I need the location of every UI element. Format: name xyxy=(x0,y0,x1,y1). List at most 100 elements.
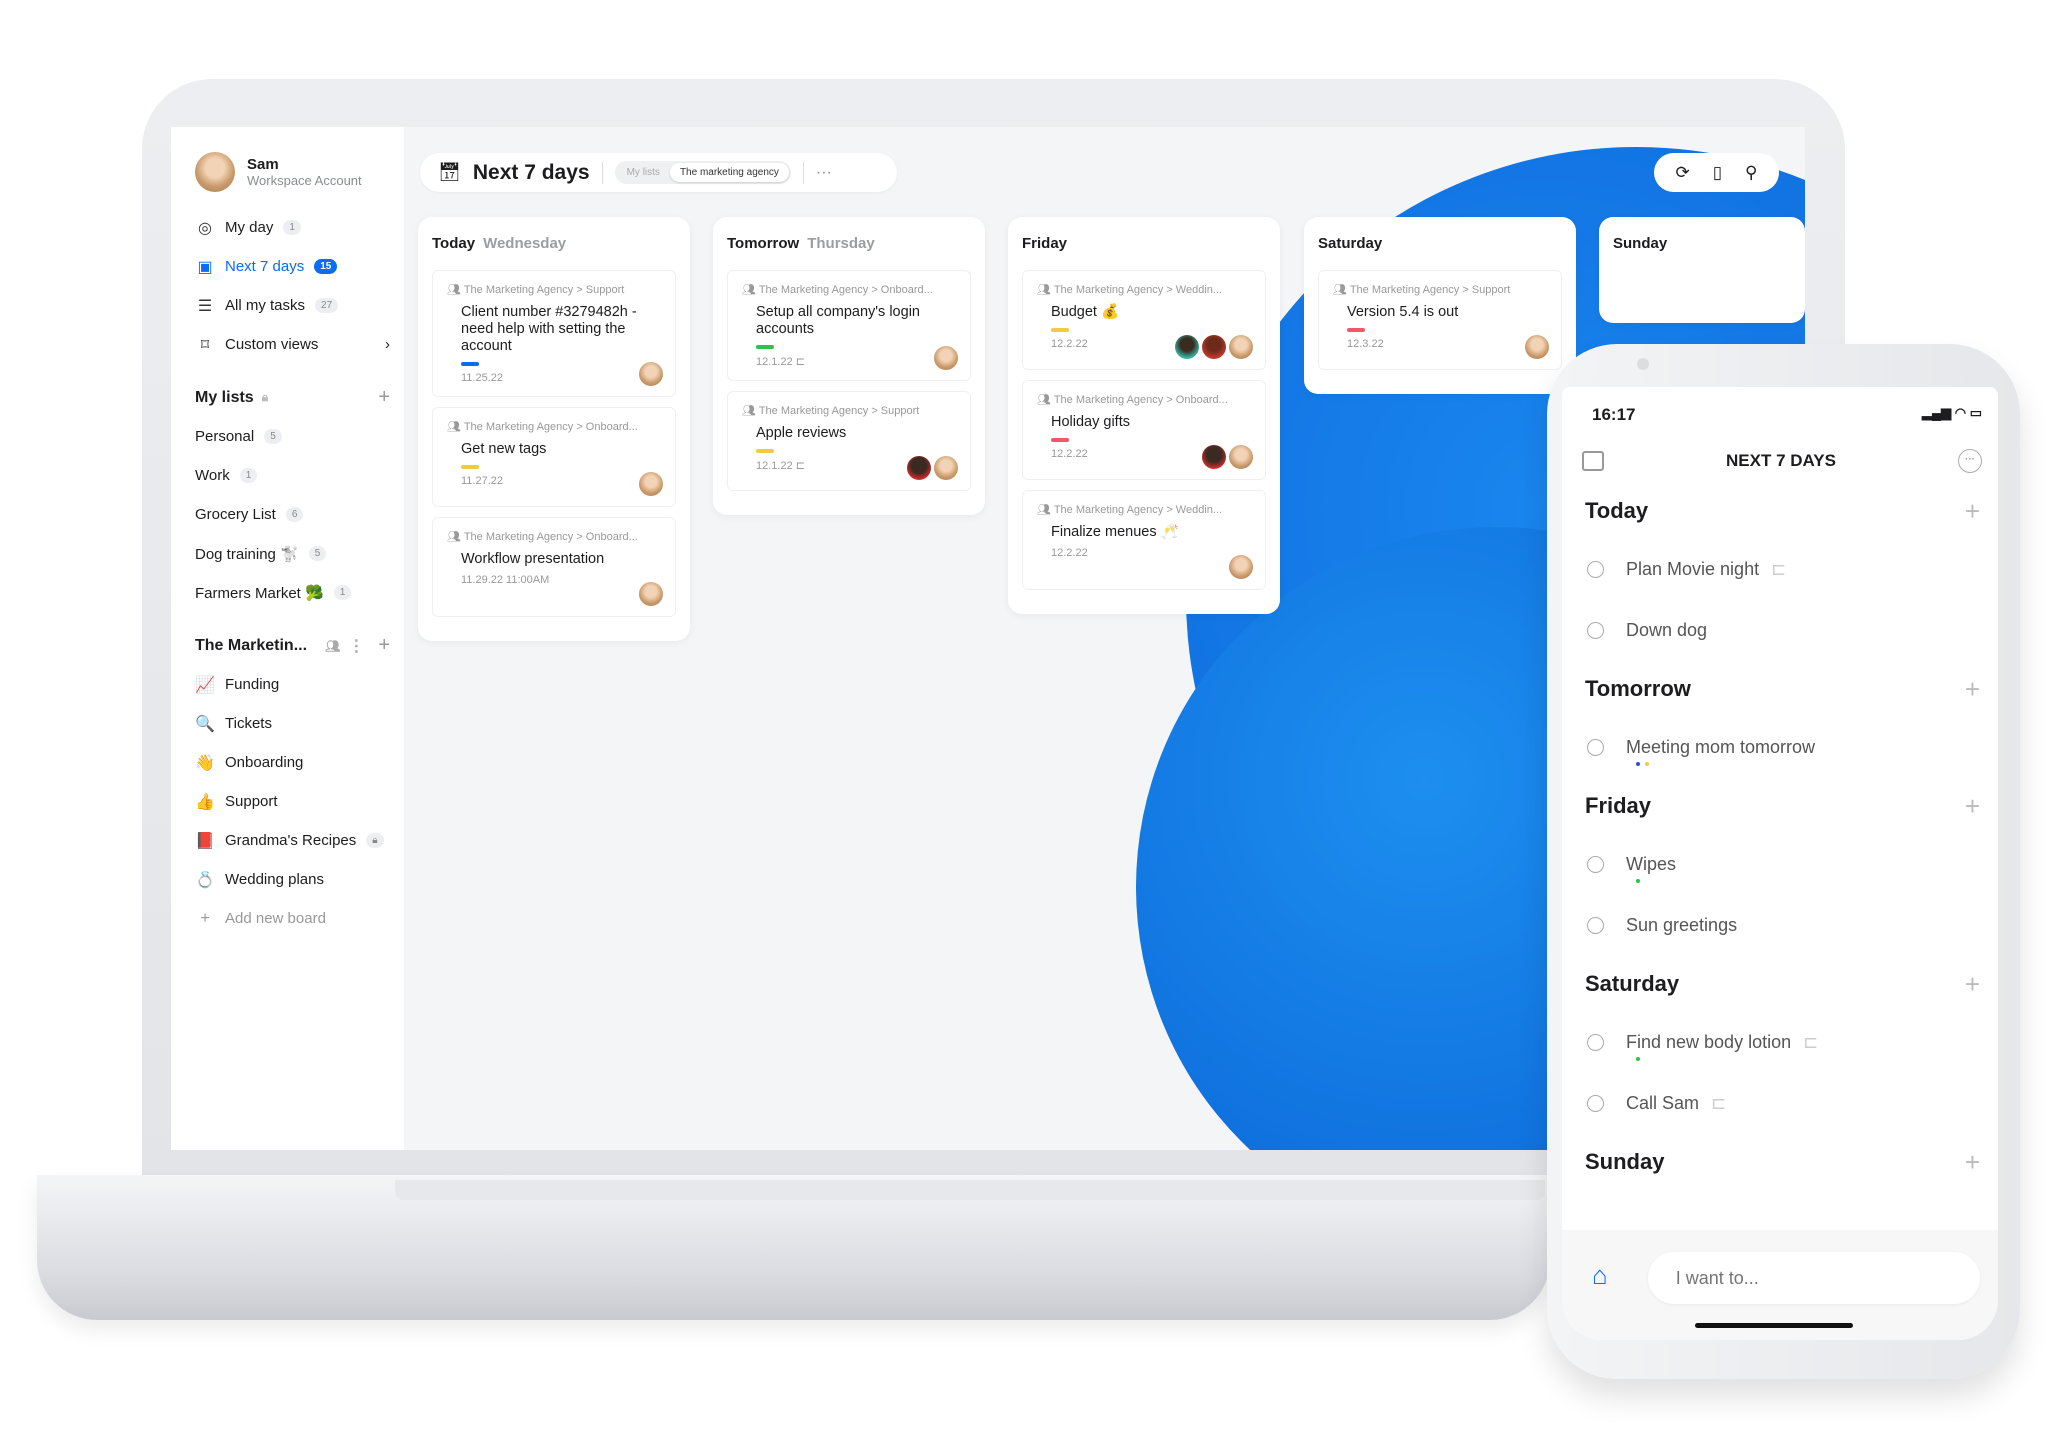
task-checkbox[interactable] xyxy=(1587,739,1604,756)
mobile-task-item[interactable]: Sun greetings xyxy=(1562,895,1998,956)
mobile-task-item[interactable]: Down dog xyxy=(1562,600,1998,661)
user-profile[interactable]: Sam Workspace Account xyxy=(195,152,404,192)
account-type: Workspace Account xyxy=(247,173,362,188)
task-card[interactable]: 👥︎ The Marketing Agency > Onboard... Work… xyxy=(432,517,676,617)
nav-label: All my tasks xyxy=(225,297,306,314)
members-icon[interactable]: 👥︎ xyxy=(325,639,340,653)
sidebar-board-item[interactable]: 📕 Grandma's Recipes 🔒︎ xyxy=(195,821,404,860)
mobile-task-item[interactable]: Find new body lotion ⊏ xyxy=(1562,1012,1998,1073)
subtask-icon: ⊏ xyxy=(1803,1032,1819,1052)
sidebar-toggle-icon[interactable] xyxy=(1582,451,1604,471)
workspace-boards: 📈 Funding 🔍 Tickets 👋 Onboarding 👍 Support 📕 Gran… xyxy=(195,665,404,899)
quick-add-input[interactable] xyxy=(1647,1252,1980,1304)
sidebar-list-item[interactable]: Grocery List 6 xyxy=(195,495,404,534)
task-card[interactable]: 👥︎ The Marketing Agency > Onboard... Setu… xyxy=(727,270,971,381)
task-title: Finalize menues 🥂 xyxy=(1051,524,1179,540)
add-task-button[interactable]: + xyxy=(1965,674,1980,705)
sidebar-item-custom-views[interactable]: ⌑ Custom views › xyxy=(195,325,404,364)
sidebar-item-my-day[interactable]: ◎ My day 1 xyxy=(195,208,404,247)
sidebar-item-all-my-tasks[interactable]: ☰ All my tasks 27 xyxy=(195,286,404,325)
more-options-button[interactable]: ··· xyxy=(816,164,832,182)
task-breadcrumb: 👥︎ The Marketing Agency > Onboard... xyxy=(447,531,638,543)
sidebar-board-item[interactable]: 👋 Onboarding xyxy=(195,743,404,782)
avatar xyxy=(639,472,663,496)
chevron-right-icon: › xyxy=(385,336,390,353)
sidebar-list-item[interactable]: Personal 5 xyxy=(195,417,404,456)
calendar-icon: ▣ xyxy=(197,258,213,276)
search-icon[interactable]: ⚲ xyxy=(1745,163,1757,183)
sidebar-board-item[interactable]: 🔍 Tickets xyxy=(195,704,404,743)
task-checkbox[interactable] xyxy=(1587,1034,1604,1051)
task-card[interactable]: 👥︎ The Marketing Agency > Support Version… xyxy=(1318,270,1562,370)
task-card[interactable]: 👥︎ The Marketing Agency > Weddin... Budge… xyxy=(1022,270,1266,370)
layout-icon[interactable]: ▯ xyxy=(1713,163,1722,183)
sidebar-list-item[interactable]: Farmers Market 🥦 1 xyxy=(195,573,404,612)
page-title: Next 7 days xyxy=(472,160,590,184)
toolbar: ⟳ ▯ ⚲ xyxy=(1654,153,1779,192)
day-label: Sunday xyxy=(1613,235,1668,252)
more-icon[interactable]: ⋮ xyxy=(348,636,364,656)
sidebar-item-next-7-days[interactable]: ▣ Next 7 days 15 xyxy=(195,247,404,286)
mobile-task-item[interactable]: Meeting mom tomorrow xyxy=(1562,717,1998,778)
assignees xyxy=(639,362,663,386)
more-icon[interactable]: ··· xyxy=(1957,449,1982,473)
sidebar-board-item[interactable]: 👍 Support xyxy=(195,782,404,821)
task-checkbox[interactable] xyxy=(1587,856,1604,873)
priority-indicator xyxy=(1051,438,1069,442)
tab-marketing-agency[interactable]: The marketing agency xyxy=(669,163,789,182)
task-card[interactable]: 👥︎ The Marketing Agency > Onboard... Get … xyxy=(432,407,676,507)
day-label: Saturday xyxy=(1318,235,1383,252)
add-task-button[interactable]: + xyxy=(1965,496,1980,527)
due-date: 12.1.22 ⊏ xyxy=(756,356,805,368)
column-header: Friday xyxy=(1022,235,1266,252)
task-checkbox[interactable] xyxy=(1587,917,1604,934)
mobile-task-item[interactable]: Call Sam ⊏ xyxy=(1562,1073,1998,1134)
mobile-day-header: Today + xyxy=(1562,483,1998,539)
board-emoji-icon: 👍 xyxy=(195,793,215,811)
add-new-board-button[interactable]: + Add new board xyxy=(195,899,404,938)
add-task-button[interactable]: + xyxy=(1965,1147,1980,1178)
tab-my-lists[interactable]: My lists xyxy=(617,163,670,182)
mobile-task-item[interactable]: Wipes xyxy=(1562,834,1998,895)
subtask-icon: ⊏ xyxy=(1711,1093,1727,1113)
sidebar-board-item[interactable]: 💍 Wedding plans xyxy=(195,860,404,899)
task-label: Down dog xyxy=(1626,620,1708,640)
lock-icon: 🔒︎ xyxy=(261,390,269,404)
mobile-header: NEXT 7 DAYS ··· xyxy=(1562,425,1998,473)
column-header: Today Wednesday xyxy=(432,235,676,252)
main-nav: ◎ My day 1 ▣ Next 7 days 15 ☰ All my tasks 27 ⌑ Cu… xyxy=(195,208,404,364)
task-checkbox[interactable] xyxy=(1587,561,1604,578)
home-icon[interactable]: ⌂ xyxy=(1592,1260,1608,1291)
sidebar-list-item[interactable]: Work 1 xyxy=(195,456,404,495)
add-board-button[interactable]: + xyxy=(378,634,390,657)
nav-label: Next 7 days xyxy=(225,258,305,275)
column-header: Tomorrow Thursday xyxy=(727,235,971,252)
avatar xyxy=(1202,335,1226,359)
task-breadcrumb: 👥︎ The Marketing Agency > Weddin... xyxy=(1037,504,1223,516)
sidebar-list-item[interactable]: Dog training 🐩 5 xyxy=(195,534,404,573)
count-badge: 6 xyxy=(285,507,304,522)
day-column: Friday 👥︎ The Marketing Agency > Weddin..… xyxy=(1008,217,1280,614)
list-filter-toggle: My lists The marketing agency xyxy=(614,161,791,184)
add-task-button[interactable]: + xyxy=(1965,969,1980,1000)
task-title: Version 5.4 is out xyxy=(1347,304,1459,320)
count-badge: 27 xyxy=(315,298,339,313)
add-list-button[interactable]: + xyxy=(378,386,390,409)
add-task-button[interactable]: + xyxy=(1965,791,1980,822)
mobile-title: NEXT 7 DAYS xyxy=(1726,451,1836,470)
mobile-task-list: Today + Plan Movie night ⊏ Down dog Tomorrow +… xyxy=(1562,473,1998,1190)
task-checkbox[interactable] xyxy=(1587,1095,1604,1112)
sidebar-board-item[interactable]: 📈 Funding xyxy=(195,665,404,704)
avatar xyxy=(1525,335,1549,359)
subtask-icon: ⊏ xyxy=(792,460,805,472)
task-checkbox[interactable] xyxy=(1587,622,1604,639)
mobile-day-header: Sunday + xyxy=(1562,1134,1998,1190)
laptop-notch xyxy=(395,1180,1545,1200)
sync-icon[interactable]: ⟳ xyxy=(1675,163,1689,183)
task-card[interactable]: 👥︎ The Marketing Agency > Weddin... Final… xyxy=(1022,490,1266,590)
task-breadcrumb: 👥︎ The Marketing Agency > Weddin... xyxy=(1037,284,1223,296)
task-card[interactable]: 👥︎ The Marketing Agency > Support Apple r… xyxy=(727,391,971,491)
task-card[interactable]: 👥︎ The Marketing Agency > Onboard... Holi… xyxy=(1022,380,1266,480)
mobile-task-item[interactable]: Plan Movie night ⊏ xyxy=(1562,539,1998,600)
task-card[interactable]: 👥︎ The Marketing Agency > Support Client … xyxy=(432,270,676,397)
